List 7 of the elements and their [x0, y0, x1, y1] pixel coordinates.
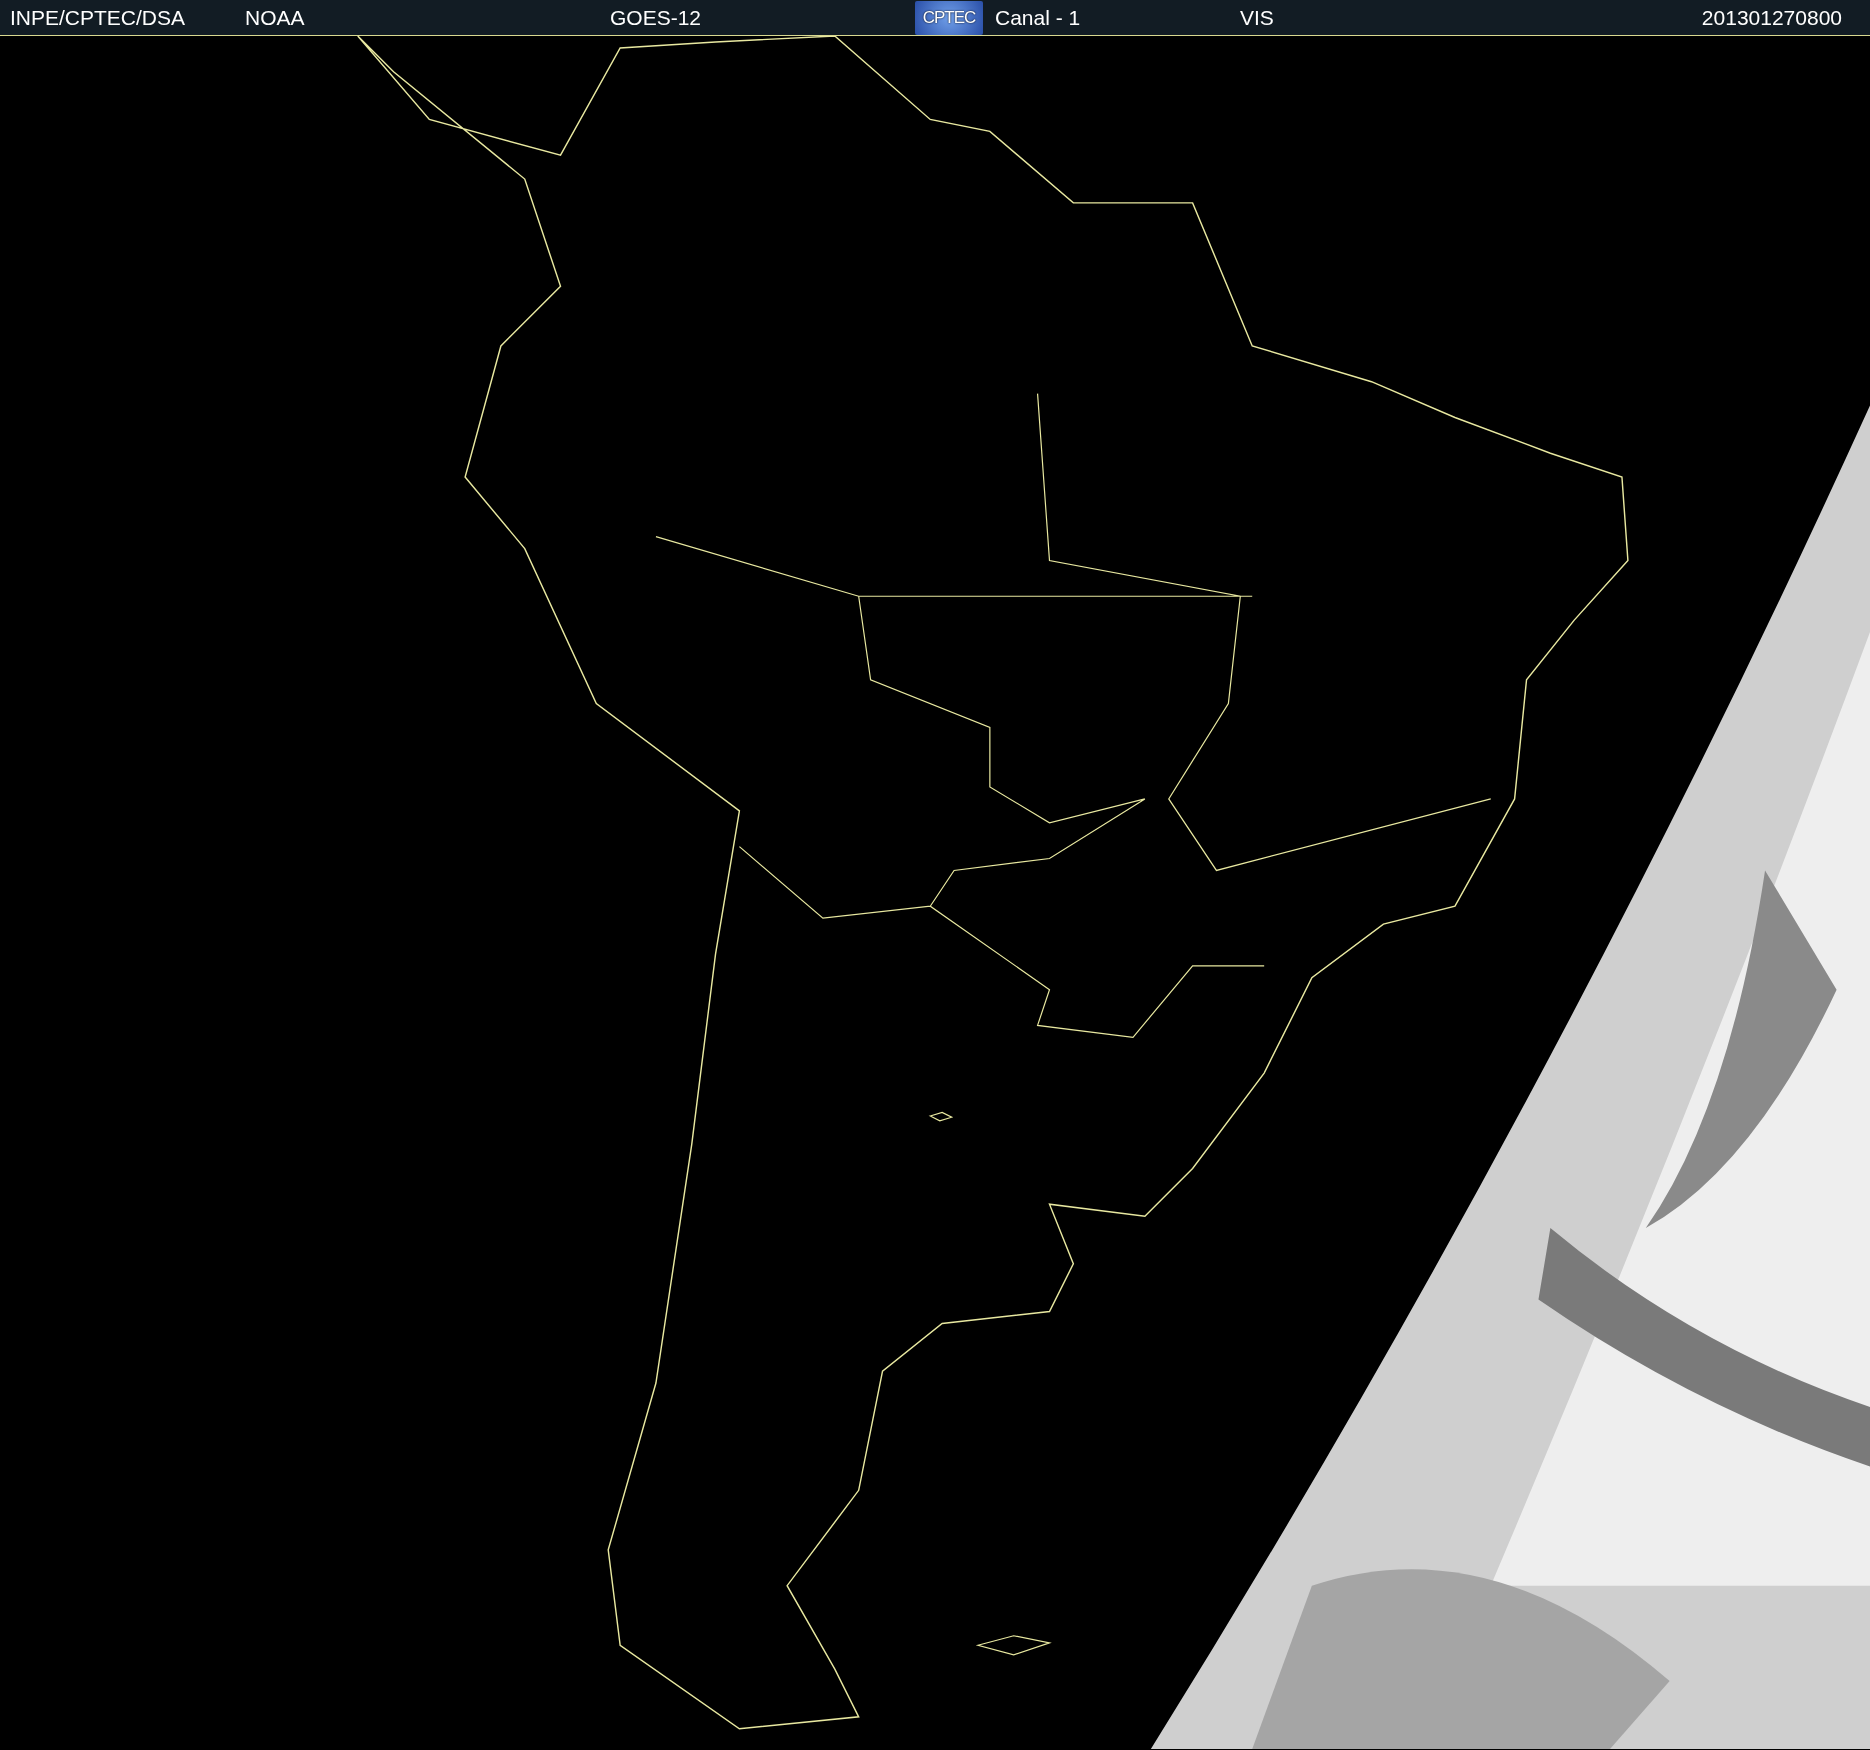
header-label: Canal - 1	[995, 7, 1082, 28]
header-label: INPE/CPTEC/DSA	[10, 7, 187, 28]
header-label: GOES-12	[610, 7, 703, 28]
header-label: NOAA	[245, 7, 306, 28]
header-label: VIS	[1240, 7, 1275, 28]
header-label: 201301270800	[1700, 7, 1843, 28]
logo: CPTEC	[915, 0, 983, 35]
